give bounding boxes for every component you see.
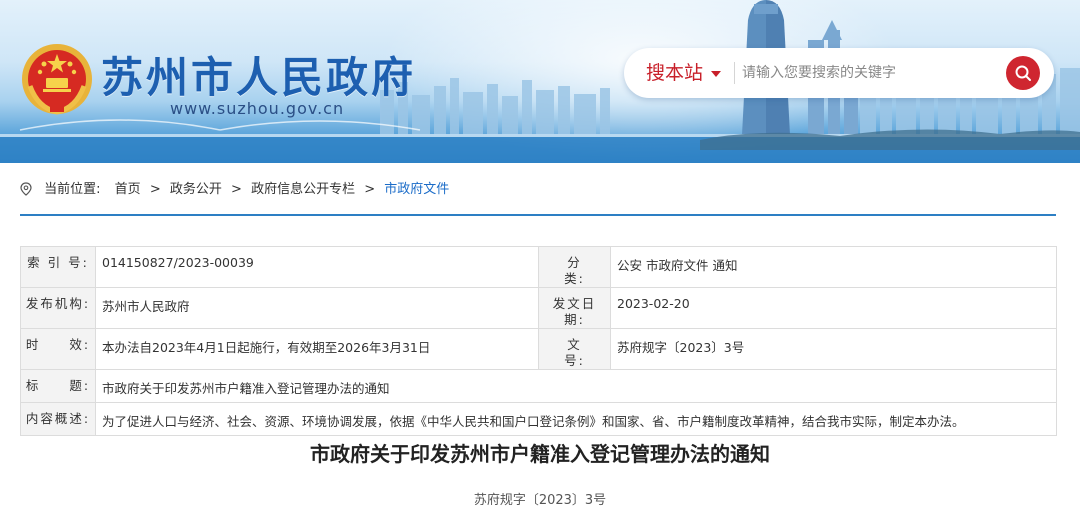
breadcrumb-current[interactable]: 市政府文件 (384, 182, 449, 197)
meta-label-title: 标 题: (20, 369, 96, 403)
search-scope-dropdown[interactable]: 搜本站 (646, 48, 722, 98)
site-url: www.suzhou.gov.cn (170, 99, 345, 118)
meta-value-summary: 为了促进人口与经济、社会、资源、环境协调发展，依据《中华人民共和国户口登记条例》… (95, 402, 1057, 436)
meta-label-validity: 时 效: (20, 328, 96, 370)
meta-row: 内容概述: 为了促进人口与经济、社会、资源、环境协调发展，依据《中华人民共和国户… (20, 402, 1057, 436)
article-doc-number: 苏府规字〔2023〕3号 (473, 493, 607, 508)
search-scope-label: 搜本站 (646, 62, 704, 84)
meta-value-index: 014150827/2023-00039 (95, 246, 539, 288)
meta-value-docno: 苏府规字〔2023〕3号 (610, 328, 1057, 370)
meta-row: 索 引 号: 014150827/2023-00039 分 类: 公安 市政府文… (20, 246, 1057, 288)
meta-label-publisher: 发布机构: (20, 287, 96, 329)
search-button[interactable] (1006, 56, 1040, 90)
search-icon (1015, 65, 1031, 81)
meta-label-docno: 文 号: (538, 328, 611, 370)
meta-value-publisher: 苏州市人民政府 (95, 287, 539, 329)
meta-row: 标 题: 市政府关于印发苏州市户籍准入登记管理办法的通知 (20, 369, 1057, 403)
breadcrumb-separator: > (364, 182, 376, 197)
breadcrumb: 当前位置: 首页 > 政务公开 > 政府信息公开专栏 > 市政府文件 (20, 180, 449, 200)
breadcrumb-separator: > (149, 182, 161, 197)
meta-row: 时 效: 本办法自2023年4月1日起施行，有效期至2026年3月31日 文 号… (20, 328, 1057, 370)
breadcrumb-info-disclosure[interactable]: 政府信息公开专栏 (251, 182, 355, 197)
meta-label-category: 分 类: (538, 246, 611, 288)
site-title: 苏州市人民政府 (101, 53, 417, 102)
breadcrumb-home[interactable]: 首页 (115, 182, 141, 197)
article-title: 市政府关于印发苏州市户籍准入登记管理办法的通知 (310, 442, 770, 466)
search-box: 搜本站 (624, 48, 1054, 98)
breadcrumb-rule (20, 214, 1056, 216)
meta-label-date: 发文日期: (538, 287, 611, 329)
meta-value-date: 2023-02-20 (610, 287, 1057, 329)
meta-row: 发布机构: 苏州市人民政府 发文日期: 2023-02-20 (20, 287, 1057, 329)
meta-label-summary: 内容概述: (20, 402, 96, 436)
meta-value-category: 公安 市政府文件 通知 (610, 246, 1057, 288)
meta-value-title: 市政府关于印发苏州市户籍准入登记管理办法的通知 (95, 369, 1057, 403)
meta-value-validity: 本办法自2023年4月1日起施行，有效期至2026年3月31日 (95, 328, 539, 370)
search-input[interactable] (742, 58, 992, 88)
breadcrumb-label: 当前位置: (44, 182, 101, 197)
document-meta-table: 索 引 号: 014150827/2023-00039 分 类: 公安 市政府文… (20, 246, 1057, 436)
meta-label-index: 索 引 号: (20, 246, 96, 288)
national-emblem-icon (20, 42, 94, 116)
caret-down-icon (711, 70, 722, 77)
breadcrumb-separator: > (231, 182, 242, 197)
header-banner: 苏州市人民政府 www.suzhou.gov.cn 搜本站 (0, 0, 1080, 163)
search-divider (734, 62, 735, 84)
location-pin-icon (20, 182, 32, 196)
breadcrumb-gov-affairs[interactable]: 政务公开 (170, 182, 222, 197)
